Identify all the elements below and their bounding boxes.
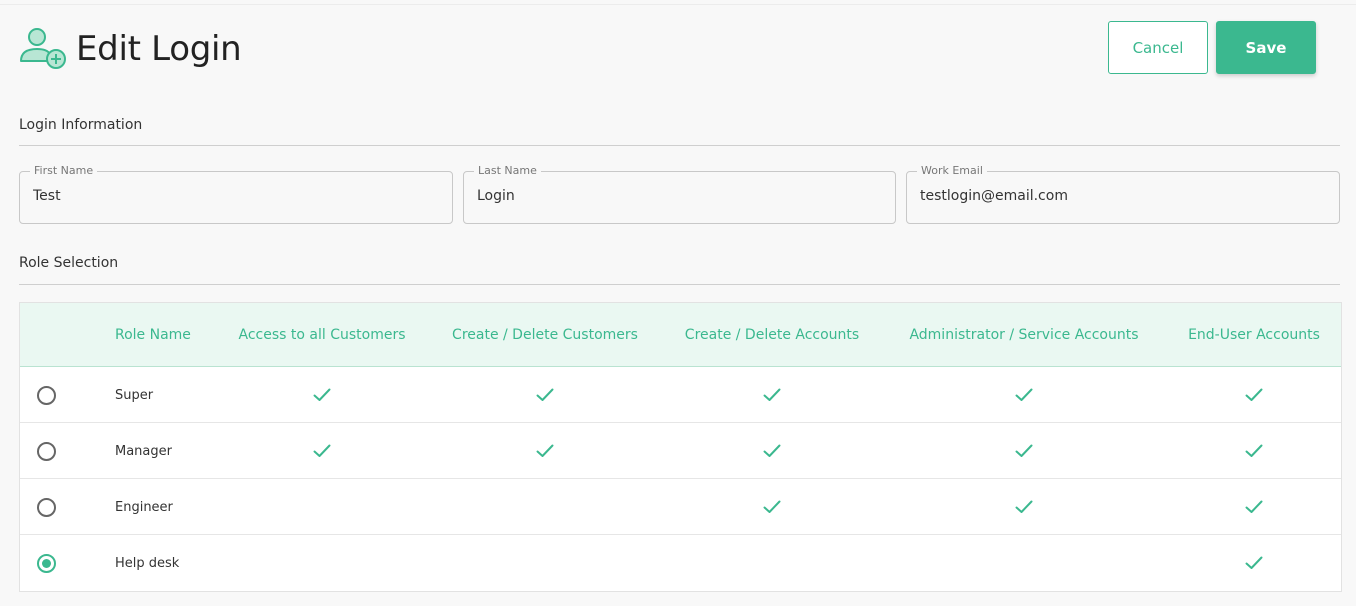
- check-icon: [1174, 423, 1334, 479]
- check-icon: [662, 423, 882, 479]
- page-title: Edit Login: [76, 29, 242, 69]
- column-header-create-delete-accounts: Create / Delete Accounts: [684, 327, 860, 343]
- check-icon: [222, 423, 422, 479]
- role-radio-button[interactable]: [36, 497, 56, 517]
- first-name-field[interactable]: First Name: [19, 164, 453, 224]
- table-row[interactable]: Help desk: [20, 535, 1341, 591]
- work-email-label: Work Email: [917, 164, 987, 178]
- last-name-field[interactable]: Last Name: [463, 164, 896, 224]
- check-icon: [222, 367, 422, 423]
- column-header-create-delete-customers: Create / Delete Customers: [452, 327, 638, 343]
- role-name-cell: Engineer: [115, 499, 173, 515]
- role-name-cell: Manager: [115, 443, 172, 459]
- check-icon: [435, 423, 655, 479]
- check-icon: [662, 479, 882, 535]
- role-name-cell: Super: [115, 387, 154, 403]
- role-radio-button[interactable]: [36, 553, 56, 573]
- check-icon: [662, 367, 882, 423]
- section-divider: [19, 145, 1340, 146]
- table-row[interactable]: Super: [20, 367, 1341, 423]
- table-header: Role Name Access to all Customers Create…: [20, 303, 1341, 367]
- role-table: Role Name Access to all Customers Create…: [19, 302, 1342, 592]
- table-row[interactable]: Manager: [20, 423, 1341, 479]
- last-name-label: Last Name: [474, 164, 541, 178]
- save-button[interactable]: Save: [1216, 21, 1316, 74]
- edit-login-page: Edit Login Cancel Save Login Information…: [0, 4, 1356, 606]
- first-name-label: First Name: [30, 164, 98, 178]
- check-icon: [1174, 479, 1334, 535]
- last-name-input[interactable]: [477, 188, 882, 204]
- user-add-icon: [19, 27, 67, 71]
- check-icon: [1174, 535, 1334, 591]
- work-email-input[interactable]: [920, 188, 1326, 204]
- work-email-field[interactable]: Work Email: [906, 164, 1340, 224]
- role-name-cell: Help desk: [115, 555, 180, 571]
- check-icon: [1174, 367, 1334, 423]
- role-selection-heading: Role Selection: [19, 255, 119, 271]
- column-header-end-user-accounts: End-User Accounts: [1188, 327, 1320, 343]
- column-header-access-all-customers: Access to all Customers: [238, 327, 406, 343]
- cancel-button[interactable]: Cancel: [1108, 21, 1208, 74]
- login-information-heading: Login Information: [19, 117, 143, 133]
- role-radio-button[interactable]: [36, 441, 56, 461]
- check-icon: [894, 423, 1154, 479]
- check-icon: [894, 479, 1154, 535]
- first-name-input[interactable]: [33, 188, 439, 204]
- column-header-role-name: Role Name: [115, 327, 191, 343]
- check-icon: [894, 367, 1154, 423]
- check-icon: [435, 367, 655, 423]
- column-header-admin-service-accounts: Administrator / Service Accounts: [909, 327, 1139, 343]
- role-radio-button[interactable]: [36, 385, 56, 405]
- table-row[interactable]: Engineer: [20, 479, 1341, 535]
- section-divider: [19, 284, 1340, 285]
